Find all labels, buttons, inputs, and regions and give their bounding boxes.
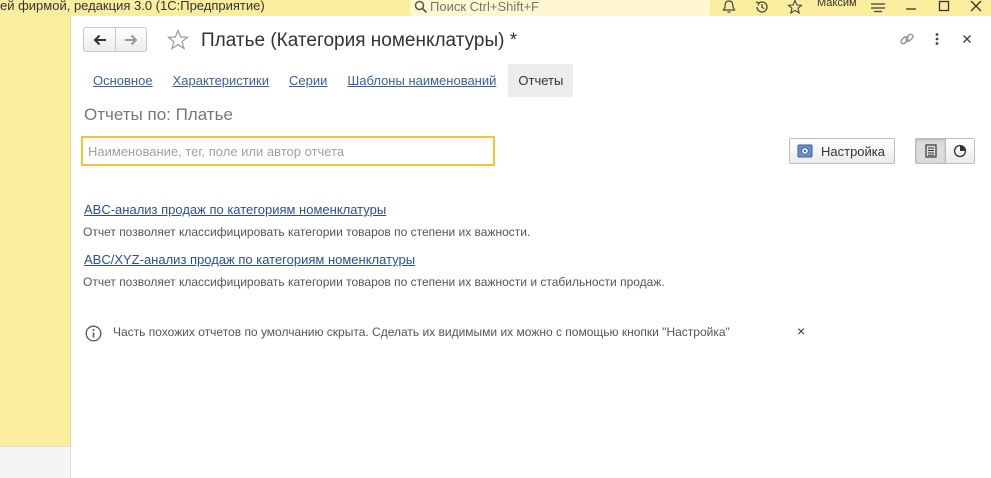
form-title: Платье (Категория номенклатуры) * (201, 30, 518, 51)
pie-chart-icon (953, 144, 967, 158)
forward-button[interactable] (115, 28, 146, 51)
hidden-reports-info: Часть похожих отчетов по умолчанию скрыт… (113, 325, 730, 339)
list-view-button[interactable] (916, 139, 945, 163)
search-icon (414, 0, 428, 14)
title-bar: ей фирмой, редакция 3.0 (1С:Предприятие)… (0, 0, 991, 16)
reports-subtitle: Отчеты по: Платье (84, 105, 233, 124)
list-icon (924, 144, 937, 158)
left-section-panel (0, 16, 71, 478)
history-icon[interactable] (753, 0, 771, 14)
navigation-buttons (83, 27, 147, 52)
settings-icon (797, 144, 813, 158)
info-icon (85, 325, 102, 342)
arrow-left-icon (93, 34, 106, 45)
tab-main[interactable]: Основное (85, 64, 161, 97)
favorites-star-icon[interactable] (786, 0, 804, 14)
bell-icon[interactable] (720, 0, 738, 14)
menu-lines-icon[interactable] (868, 0, 888, 14)
chart-view-button[interactable] (945, 139, 974, 163)
category-form: Платье (Категория номенклатуры) * Основн… (71, 16, 991, 478)
left-panel-footer (0, 446, 71, 478)
tab-name-templates[interactable]: Шаблоны наименований (339, 64, 504, 97)
global-search-input[interactable] (430, 0, 700, 14)
close-window-icon[interactable] (966, 0, 986, 14)
user-name[interactable]: Максим (817, 0, 857, 9)
arrow-right-icon (125, 34, 138, 45)
report-description: Отчет позволяет классифицировать категор… (83, 225, 531, 239)
global-search[interactable] (410, 0, 710, 16)
minimize-icon[interactable] (901, 0, 921, 14)
tab-series[interactable]: Серии (281, 64, 335, 97)
settings-button[interactable]: Настройка (789, 138, 895, 164)
report-link-abc-xyz[interactable]: ABC/XYZ-анализ продаж по категориям номе… (84, 252, 415, 267)
view-mode-toggle (915, 138, 975, 164)
form-tabs: Основное Характеристики Серии Шаблоны на… (85, 64, 577, 97)
settings-button-label: Настройка (821, 143, 885, 159)
more-actions-icon[interactable] (929, 31, 945, 47)
link-icon[interactable] (899, 31, 915, 47)
report-link-abc[interactable]: ABC-анализ продаж по категориям номенкла… (84, 202, 386, 217)
close-form-icon[interactable] (959, 31, 975, 47)
tab-characteristics[interactable]: Характеристики (165, 64, 277, 97)
favorite-star-icon[interactable] (167, 29, 189, 51)
tab-reports[interactable]: Отчеты (508, 64, 574, 97)
maximize-icon[interactable] (934, 0, 954, 14)
app-title: ей фирмой, редакция 3.0 (1С:Предприятие) (0, 0, 265, 13)
report-description: Отчет позволяет классифицировать категор… (83, 275, 665, 289)
report-search-input[interactable] (81, 136, 495, 166)
close-info-icon[interactable]: × (797, 323, 805, 339)
back-button[interactable] (84, 28, 115, 51)
